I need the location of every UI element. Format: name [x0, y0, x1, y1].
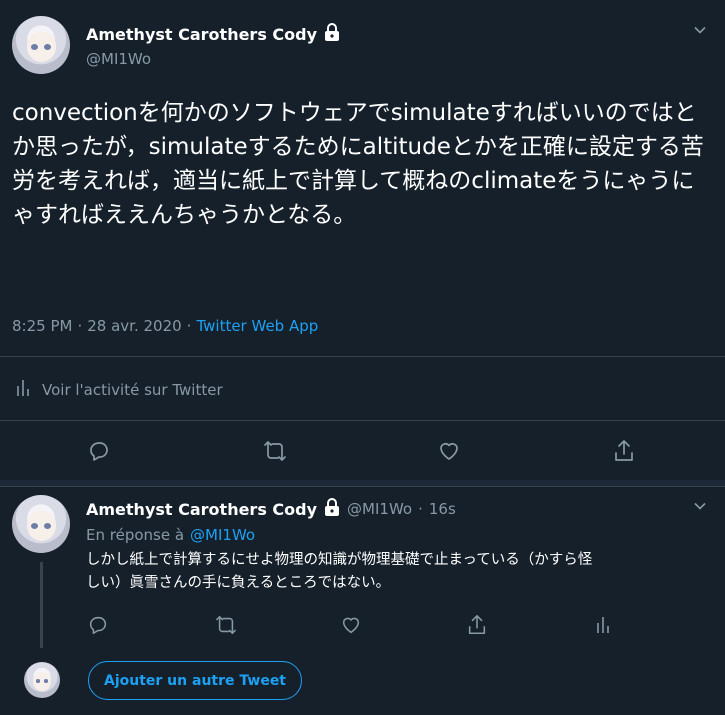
meta-separator: ·	[418, 500, 423, 518]
divider	[0, 486, 725, 487]
avatar-eye	[35, 679, 41, 683]
meta-separator: ·	[186, 317, 192, 335]
divider	[0, 420, 725, 421]
view-activity-link[interactable]: Voir l'activité sur Twitter	[16, 378, 223, 402]
thread-line	[40, 562, 43, 648]
add-another-tweet-button[interactable]: Ajouter un autre Tweet	[88, 661, 302, 700]
reply-time[interactable]: 16s	[429, 500, 456, 518]
view-activity-label: Voir l'activité sur Twitter	[42, 381, 223, 399]
chevron-down-icon[interactable]	[692, 22, 708, 38]
retweet-icon[interactable]	[213, 614, 239, 636]
tweet-time[interactable]: 8:25 PM	[12, 317, 72, 335]
divider	[0, 356, 725, 357]
reply-icon[interactable]	[87, 439, 111, 463]
avatar-eye	[43, 43, 51, 50]
avatar-eye	[43, 679, 49, 683]
reply-author-name[interactable]: Amethyst Carothers Cody	[86, 500, 317, 519]
author-header: Amethyst Carothers Cody	[86, 22, 341, 46]
tweet-meta: 8:25 PM · 28 avr. 2020 · Twitter Web App	[12, 317, 318, 335]
analytics-icon	[16, 378, 32, 402]
reply-text: しかし紙上で計算するにせよ物理の知識が物理基礎で止まっている（かすら怪しい）眞雪…	[86, 552, 593, 591]
current-user-avatar[interactable]	[24, 662, 60, 698]
reply-prefix: En réponse à	[86, 526, 185, 544]
reply-author-handle[interactable]: @MI1Wo	[347, 500, 412, 518]
author-handle[interactable]: @MI1Wo	[86, 50, 151, 68]
share-icon[interactable]	[612, 438, 636, 464]
reply-icon[interactable]	[87, 614, 109, 636]
chevron-down-icon[interactable]	[692, 498, 708, 514]
tweet-source[interactable]: Twitter Web App	[196, 317, 318, 335]
tweet-text: convectionを何かのソフトウェアでsimulateすればいいのではとか思…	[12, 100, 704, 228]
avatar-eye	[43, 522, 51, 529]
meta-separator: ·	[77, 317, 83, 335]
lock-icon	[323, 497, 341, 521]
reply-to-link[interactable]: @MI1Wo	[190, 526, 255, 544]
like-icon[interactable]	[437, 439, 461, 463]
lock-icon	[323, 22, 341, 46]
author-avatar[interactable]	[12, 16, 70, 74]
avatar-eye	[31, 43, 39, 50]
retweet-icon[interactable]	[261, 439, 289, 463]
reply-header: Amethyst Carothers Cody @MI1Wo · 16s	[86, 497, 456, 521]
reply-context: En réponse à @MI1Wo	[86, 526, 255, 544]
avatar-eye	[31, 522, 39, 529]
tweet-date[interactable]: 28 avr. 2020	[87, 317, 181, 335]
share-icon[interactable]	[466, 613, 488, 637]
author-name[interactable]: Amethyst Carothers Cody	[86, 25, 317, 44]
reply-author-avatar[interactable]	[12, 495, 70, 553]
like-icon[interactable]	[340, 614, 362, 636]
analytics-icon[interactable]	[596, 614, 612, 636]
